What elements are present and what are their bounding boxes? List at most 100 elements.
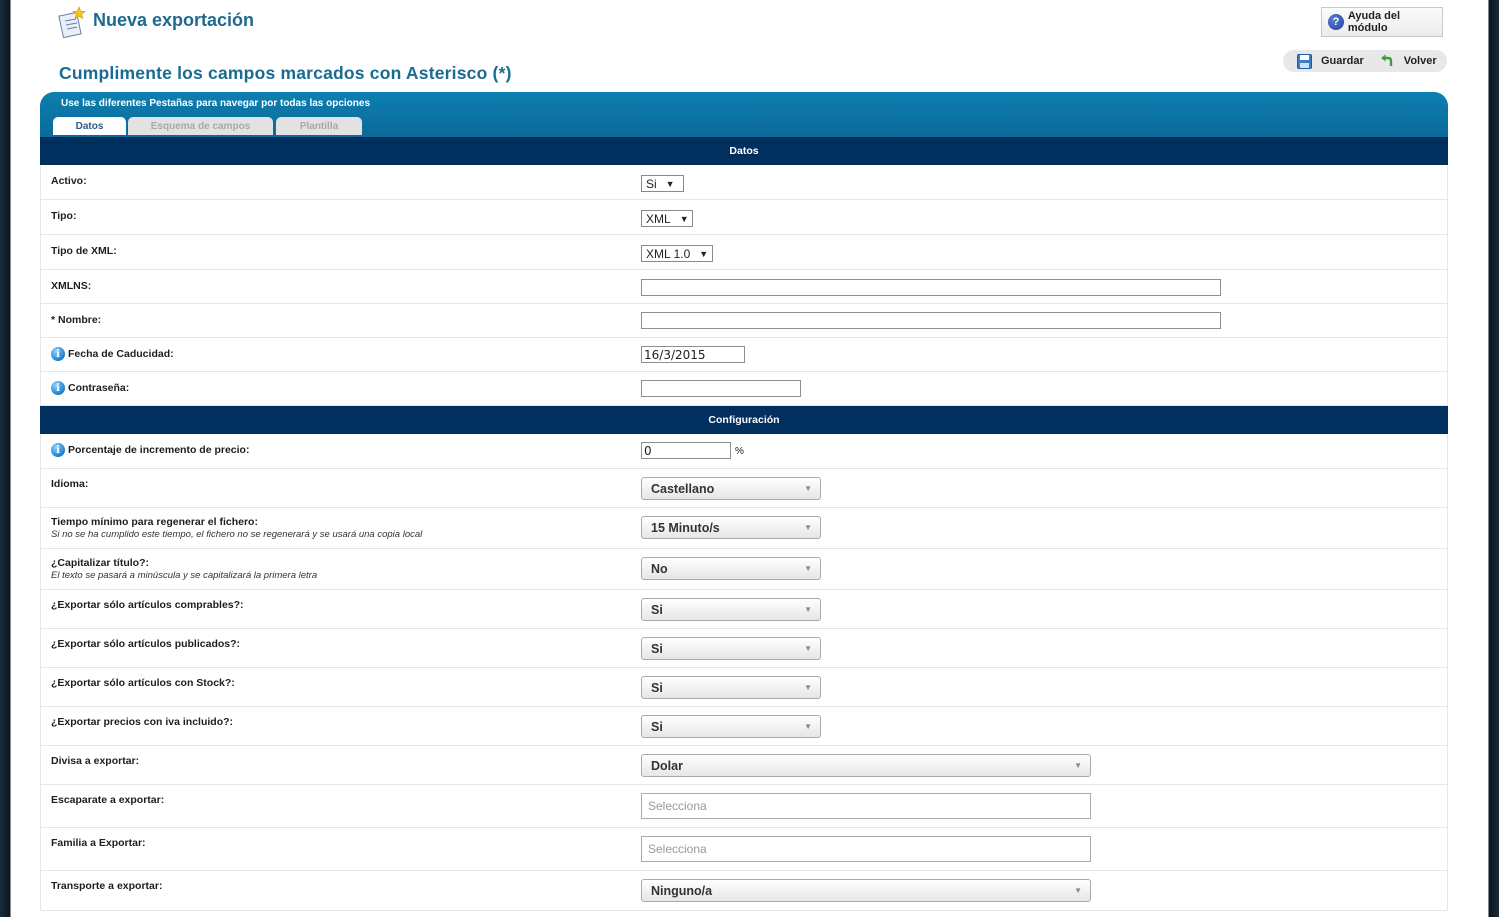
capitalizar-value: No [651, 561, 668, 576]
iva-value: Si [651, 719, 663, 734]
chevron-down-icon: ▼ [1074, 761, 1082, 770]
field-label: ¿Exportar precios con iva incluido?: [51, 716, 234, 728]
save-label: Guardar [1321, 55, 1364, 67]
field-label: Transporte a exportar: [51, 880, 163, 892]
back-label: Volver [1403, 55, 1437, 67]
tiempo-select[interactable]: 15 Minuto/s ▼ [641, 516, 821, 539]
form-row-fecha-caducidad: i Fecha de Caducidad: 16/3/2015 [40, 338, 1448, 372]
field-label: ¿Exportar sólo artículos comprables?: [51, 599, 244, 611]
iva-select[interactable]: Si ▼ [641, 715, 821, 738]
comprables-select[interactable]: Si ▼ [641, 598, 821, 621]
tiempo-value: 15 Minuto/s [651, 520, 720, 535]
form-row-xmlns: XMLNS: [40, 270, 1448, 304]
activo-value: Si [646, 176, 657, 191]
form-row-nombre: * Nombre: [40, 304, 1448, 338]
form-row-capitalizar: ¿Capitalizar título?: El texto se pasará… [40, 549, 1448, 590]
field-label: i Contraseña: [51, 381, 129, 395]
contrasena-input[interactable] [641, 380, 801, 397]
publicados-select[interactable]: Si ▼ [641, 637, 821, 660]
porcentaje-input[interactable]: 0 [641, 442, 731, 459]
field-label: Escaparate a exportar: [51, 794, 165, 806]
tipo-xml-select[interactable]: XML 1.0 ▼ [641, 245, 713, 262]
capitalizar-select[interactable]: No ▼ [641, 557, 821, 580]
section-header-configuracion: Configuración [40, 406, 1448, 434]
escaparate-multiselect[interactable]: Selecciona [641, 793, 1091, 819]
export-form: Datos Activo: Si ▼ Tipo: XML ▼ Tipo de XML… [40, 137, 1448, 911]
field-label: Tiempo mínimo para regenerar el fichero: [51, 516, 258, 528]
field-label: Idioma: [51, 478, 89, 490]
form-row-divisa: Divisa a exportar: Dolar ▼ [40, 746, 1448, 785]
tab-hint: Use las diferentes Pestañas para navegar… [61, 98, 371, 109]
field-label-text: Porcentaje de incremento de precio: [68, 444, 250, 456]
form-row-tiempo: Tiempo mínimo para regenerar el fichero:… [40, 508, 1448, 549]
divisa-select[interactable]: Dolar ▼ [641, 754, 1091, 777]
field-label: i Fecha de Caducidad: [51, 347, 174, 361]
form-row-transporte: Transporte a exportar: Ninguno/a ▼ [40, 871, 1448, 911]
field-label: XMLNS: [51, 280, 92, 292]
transporte-value: Ninguno/a [651, 883, 713, 898]
transporte-select[interactable]: Ninguno/a ▼ [641, 879, 1091, 902]
form-row-publicados: ¿Exportar sólo artículos publicados?: Si… [40, 629, 1448, 668]
field-label: Tipo de XML: [51, 245, 117, 257]
help-icon: ? [1328, 14, 1344, 30]
xmlns-input[interactable] [641, 279, 1221, 296]
info-icon[interactable]: i [51, 347, 65, 361]
stock-select[interactable]: Si ▼ [641, 676, 821, 699]
info-icon[interactable]: i [51, 381, 65, 395]
tipo-select[interactable]: XML ▼ [641, 210, 693, 227]
chevron-down-icon: ▼ [679, 213, 689, 224]
chevron-down-icon: ▼ [1074, 886, 1082, 895]
form-row-tipo-xml: Tipo de XML: XML 1.0 ▼ [40, 235, 1448, 270]
field-label: Tipo: [51, 210, 77, 222]
tab-datos[interactable]: Datos [53, 117, 126, 135]
tab-plantilla[interactable]: Plantilla [276, 117, 362, 135]
form-row-stock: ¿Exportar sólo artículos con Stock?: Si ▼ [40, 668, 1448, 707]
chevron-down-icon: ▼ [804, 644, 812, 653]
field-hint: Si no se ha cumplido este tiempo, el fic… [51, 529, 423, 540]
chevron-down-icon: ▼ [699, 248, 709, 259]
field-label: Divisa a exportar: [51, 755, 140, 767]
chevron-down-icon: ▼ [804, 523, 812, 532]
stock-value: Si [651, 680, 663, 695]
back-arrow-icon [1380, 54, 1392, 66]
idioma-select[interactable]: Castellano ▼ [641, 477, 821, 500]
field-label: ¿Exportar sólo artículos publicados?: [51, 638, 241, 650]
back-button[interactable]: Volver [1380, 54, 1437, 69]
info-icon[interactable]: i [51, 443, 65, 457]
familia-multiselect[interactable]: Selecciona [641, 836, 1091, 862]
help-button[interactable]: ? Ayuda del módulo [1321, 7, 1443, 37]
field-label: ¿Capitalizar título?: [51, 557, 149, 569]
form-row-idioma: Idioma: Castellano ▼ [40, 469, 1448, 508]
fecha-caducidad-input[interactable]: 16/3/2015 [641, 346, 745, 363]
field-label: Familia a Exportar: [51, 837, 146, 849]
save-icon [1297, 53, 1312, 69]
save-button[interactable]: Guardar [1297, 53, 1364, 69]
new-document-icon [58, 6, 86, 39]
chevron-down-icon: ▼ [804, 605, 812, 614]
field-label-text: Fecha de Caducidad: [68, 348, 174, 360]
nombre-input[interactable] [641, 312, 1221, 329]
form-row-contrasena: i Contraseña: [40, 372, 1448, 406]
tipo-xml-value: XML 1.0 [646, 246, 691, 261]
page-title: Nueva exportación [93, 10, 255, 30]
form-row-comprables: ¿Exportar sólo artículos comprables?: Si… [40, 590, 1448, 629]
form-row-iva: ¿Exportar precios con iva incluido?: Si ▼ [40, 707, 1448, 746]
chevron-down-icon: ▼ [804, 484, 812, 493]
activo-select[interactable]: Si ▼ [641, 175, 684, 192]
field-label: * Nombre: [51, 314, 102, 326]
field-label-text: Contraseña: [68, 382, 130, 394]
field-label: Activo: [51, 175, 87, 187]
divisa-value: Dolar [651, 758, 683, 773]
percent-unit: % [735, 446, 744, 457]
tab-esquema-de-campos[interactable]: Esquema de campos [128, 117, 273, 135]
form-row-activo: Activo: Si ▼ [40, 165, 1448, 200]
chevron-down-icon: ▼ [665, 178, 675, 189]
form-row-tipo: Tipo: XML ▼ [40, 200, 1448, 235]
idioma-value: Castellano [651, 481, 715, 496]
tipo-value: XML [646, 211, 671, 226]
action-bar: Guardar Volver [1283, 50, 1447, 72]
field-label: ¿Exportar sólo artículos con Stock?: [51, 677, 235, 689]
publicados-value: Si [651, 641, 663, 656]
chevron-down-icon: ▼ [804, 722, 812, 731]
form-row-familia: Familia a Exportar: Selecciona [40, 828, 1448, 871]
